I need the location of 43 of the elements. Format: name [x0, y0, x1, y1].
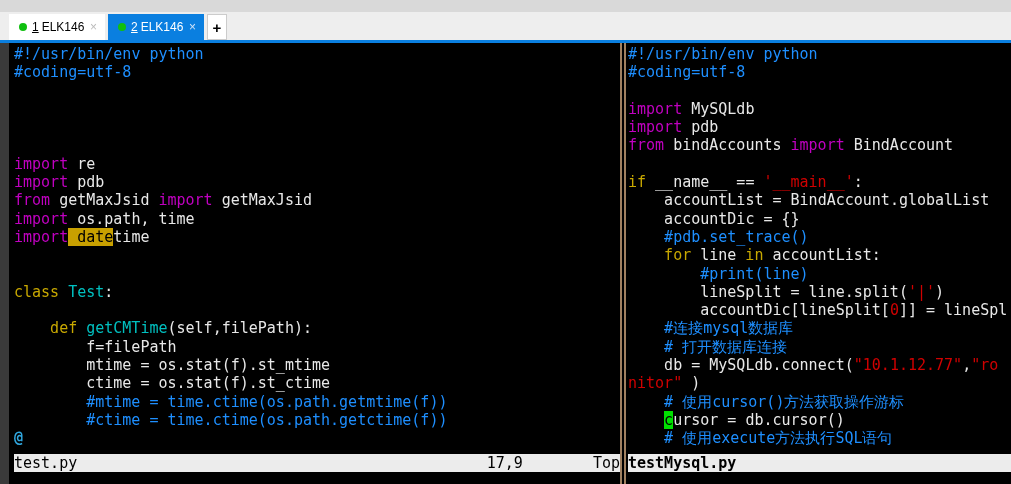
- code-line: f=filePath: [86, 337, 177, 357]
- code-line: # 打开数据库连接: [664, 337, 788, 357]
- code-line: mtime = os.stat(f).st_mtime: [86, 356, 331, 375]
- code-line: #pdb.set_trace(): [664, 227, 809, 247]
- cursor-position: 17,9: [486, 452, 523, 474]
- code-line: ctime = os.stat(f).st_ctime: [86, 374, 331, 393]
- code-line: #coding=utf-8: [14, 63, 132, 82]
- file-name: testMysql.py: [628, 452, 737, 474]
- code-line: # 使用execute方法执行SQL语句: [664, 429, 893, 448]
- code-line: import re: [14, 154, 96, 174]
- new-tab-button[interactable]: +: [207, 14, 227, 40]
- code-line: accountDic = {}: [664, 209, 800, 228]
- code-line: import pdb: [14, 173, 105, 192]
- code-line: cursor = db.cursor(): [664, 410, 845, 430]
- code-line: #ctime = time.ctime(os.path.getctime(f)): [86, 410, 448, 430]
- code-line: lineSplit = line.split('|'): [700, 282, 945, 302]
- code-line: nitor" ): [628, 374, 701, 393]
- code-line: class Test:: [14, 282, 114, 302]
- code-line: #print(line): [700, 264, 809, 283]
- code-line: #连接mysql数据库: [664, 319, 794, 338]
- code-line: for line in accountList:: [664, 246, 881, 265]
- code-line: #!/usr/bin/env python: [14, 45, 204, 64]
- code-line: db = MySQLdb.connect("10.1.12.77","ro: [664, 356, 999, 375]
- code-line: accountDic[lineSplit[0]] = lineSpl: [700, 301, 1008, 320]
- scroll-position: Top: [592, 452, 620, 474]
- code-line: accountList = BindAccount.globalList: [664, 191, 990, 210]
- code-line: import datetime: [14, 227, 150, 247]
- code-line: from bindAccounts import BindAccount: [628, 136, 954, 155]
- code-line: import MySQLdb: [628, 99, 755, 119]
- close-icon[interactable]: ×: [189, 18, 196, 36]
- code-line: # 使用cursor()方法获取操作游标: [664, 392, 905, 411]
- code-line: from getMaxJsid import getMaxJsid: [14, 191, 312, 210]
- code-line: import os.path, time: [14, 209, 195, 228]
- code-line: #mtime = time.ctime(os.path.getmtime(f)): [86, 392, 448, 411]
- code-line: #!/usr/bin/env python: [628, 45, 818, 64]
- code-line: #coding=utf-8: [628, 63, 746, 82]
- code-line: import pdb: [628, 118, 719, 137]
- code-line: @: [14, 429, 24, 448]
- terminal-tab[interactable]: 1 ELK146 ×: [9, 14, 105, 40]
- code-line: if __name__ == '__main__':: [628, 173, 863, 192]
- file-name: test.py: [14, 452, 78, 474]
- terminal-tab[interactable]: 2 ELK146 ×: [108, 14, 204, 40]
- code-line: def getCMTime(self,filePath):: [50, 319, 312, 338]
